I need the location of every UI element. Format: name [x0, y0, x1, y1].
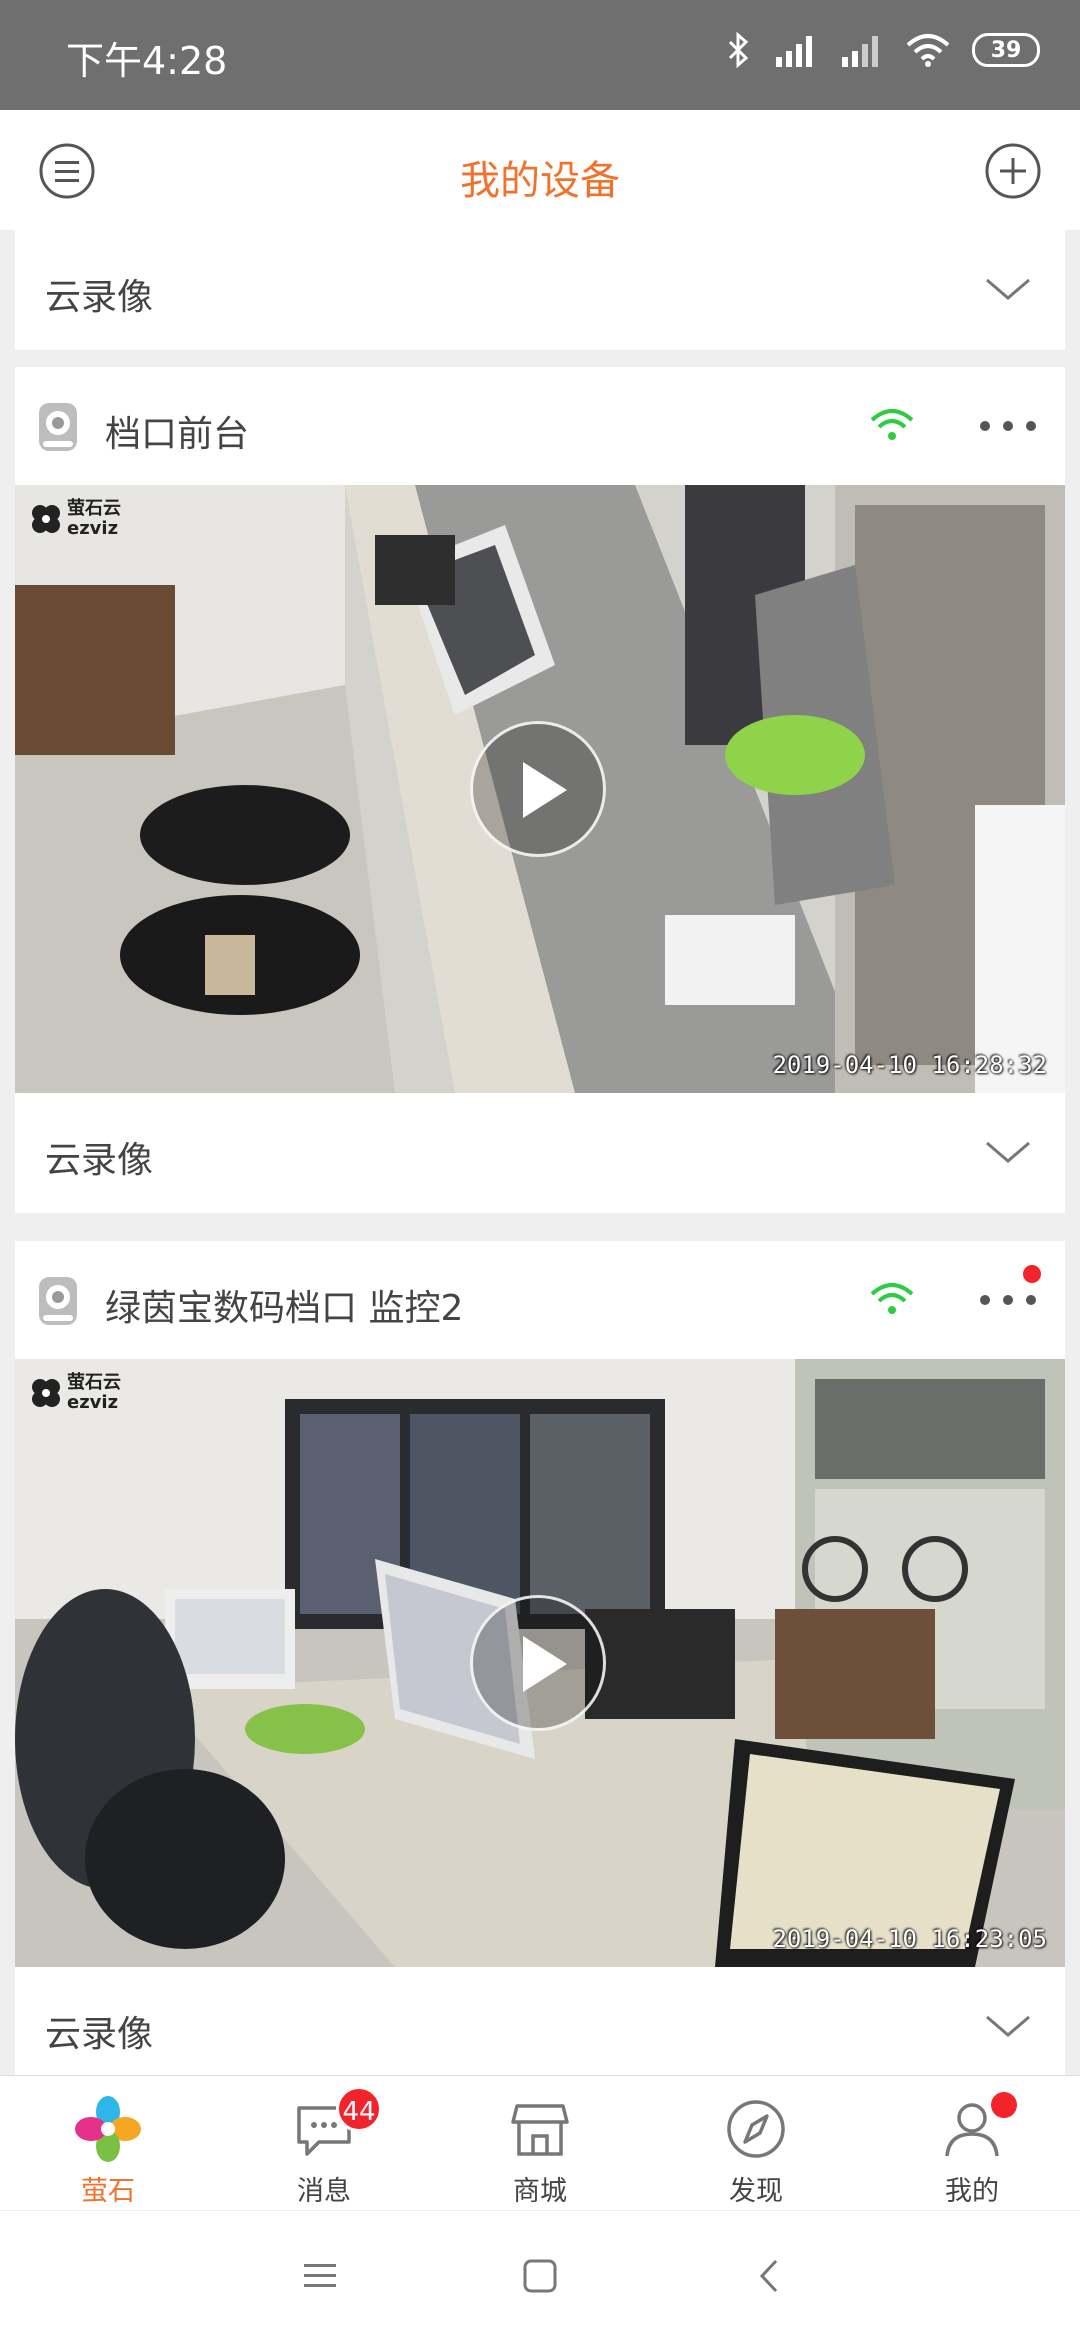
- ezviz-watermark: 萤石云 ezviz: [29, 1373, 121, 1413]
- battery-icon: 39: [972, 33, 1040, 67]
- bluetooth-icon: [728, 32, 749, 68]
- cloud-recording-row[interactable]: 云录像: [15, 1967, 1065, 2075]
- play-button[interactable]: [470, 721, 606, 857]
- device-list: 云录像 档口前台 萤石云 ezviz 2019-04-10 16:28:32 云…: [0, 230, 1080, 2075]
- device-header[interactable]: 绿茵宝数码档口 监控2: [15, 1241, 1065, 1359]
- device-name: 绿茵宝数码档口 监控2: [105, 1288, 464, 1329]
- app-header: 我的设备: [0, 110, 1080, 230]
- tab-label: 萤石: [81, 2176, 135, 2207]
- signal-icon-2: [842, 36, 878, 67]
- tab-messages[interactable]: 44 消息: [216, 2076, 432, 2211]
- cloud-recording-row[interactable]: 云录像: [15, 230, 1065, 350]
- tab-ezviz[interactable]: 萤石: [0, 2076, 216, 2211]
- status-icons: 39: [726, 32, 1040, 68]
- recent-apps-icon[interactable]: [300, 2256, 340, 2296]
- page-title: 我的设备: [460, 158, 620, 204]
- home-icon[interactable]: [520, 2256, 560, 2296]
- video-preview[interactable]: 萤石云 ezviz 2019-04-10 16:23:05: [15, 1359, 1065, 1967]
- notification-dot: [991, 2092, 1017, 2118]
- add-device-icon[interactable]: [984, 142, 1042, 200]
- cloud-recording-row[interactable]: 云录像: [15, 1093, 1065, 1213]
- ezviz-watermark: 萤石云 ezviz: [29, 499, 121, 539]
- ezviz-logo-icon: [32, 505, 60, 533]
- status-time: 下午4:28: [66, 39, 228, 83]
- video-timestamp: 2019-04-10 16:28:32: [772, 1051, 1047, 1079]
- tab-label: 发现: [729, 2176, 783, 2207]
- device-card: 绿茵宝数码档口 监控2 萤石云 ezviz 2019-04-10 16:23:0…: [15, 1241, 1065, 2075]
- wifi-icon: [870, 1283, 914, 1314]
- chevron-down-icon[interactable]: [983, 274, 1033, 304]
- tab-label: 消息: [297, 2176, 351, 2207]
- tab-me[interactable]: 我的: [864, 2076, 1080, 2211]
- message-count-badge: 44: [336, 2086, 382, 2132]
- notification-dot: [1023, 1265, 1041, 1283]
- cloud-recording-label: 云录像: [45, 2014, 154, 2055]
- camera-icon: [39, 403, 77, 451]
- cloud-recording-label: 云录像: [45, 277, 154, 318]
- wifi-status-icon: [906, 34, 950, 67]
- compass-icon: [727, 2100, 785, 2158]
- tab-label: 我的: [945, 2176, 999, 2207]
- camera-icon: [39, 1277, 77, 1325]
- chevron-down-icon[interactable]: [983, 2011, 1033, 2041]
- tab-discover[interactable]: 发现: [648, 2076, 864, 2211]
- bottom-tab-bar: 萤石 44 消息 商城 发现 我的: [0, 2075, 1080, 2211]
- ezviz-flower-icon: [75, 2096, 141, 2162]
- status-bar: 下午4:28 39: [0, 0, 1080, 110]
- ezviz-watermark-cn: 萤石云: [67, 1372, 121, 1393]
- device-card: 档口前台 萤石云 ezviz 2019-04-10 16:28:32 云录像: [15, 367, 1065, 1213]
- chevron-down-icon[interactable]: [983, 1137, 1033, 1167]
- video-timestamp: 2019-04-10 16:23:05: [772, 1925, 1047, 1953]
- system-nav-bar: [0, 2210, 1080, 2341]
- device-header[interactable]: 档口前台: [15, 367, 1065, 485]
- more-options-icon[interactable]: [973, 1277, 1043, 1323]
- cloud-recording-label: 云录像: [45, 1140, 154, 1181]
- ezviz-watermark-en: ezviz: [67, 518, 119, 539]
- wifi-icon: [870, 409, 914, 440]
- tab-label: 商城: [513, 2176, 567, 2207]
- play-button[interactable]: [470, 1595, 606, 1731]
- signal-icon: [776, 36, 812, 67]
- more-options-icon[interactable]: [973, 403, 1043, 449]
- device-card-partial: 云录像: [15, 230, 1065, 350]
- ezviz-watermark-en: ezviz: [67, 1392, 119, 1413]
- video-preview[interactable]: 萤石云 ezviz 2019-04-10 16:28:32: [15, 485, 1065, 1093]
- ezviz-watermark-cn: 萤石云: [67, 498, 121, 519]
- store-icon: [511, 2104, 569, 2156]
- back-icon[interactable]: [750, 2256, 790, 2296]
- tab-store[interactable]: 商城: [432, 2076, 648, 2211]
- ezviz-logo-icon: [32, 1379, 60, 1407]
- device-name: 档口前台: [105, 414, 250, 455]
